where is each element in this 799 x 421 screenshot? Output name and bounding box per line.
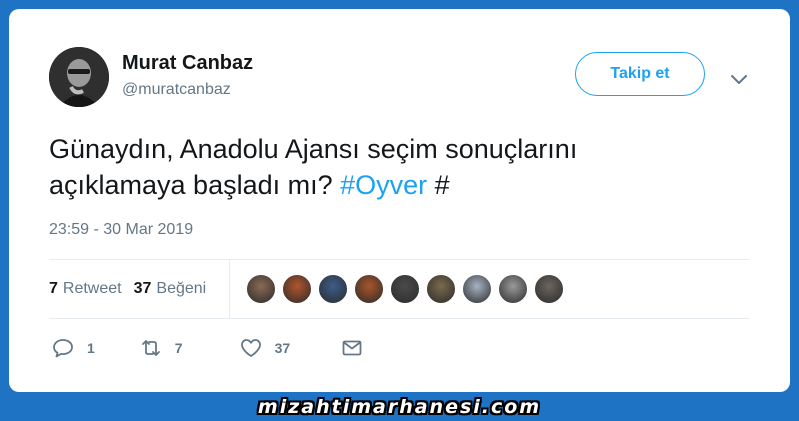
liker-avatar[interactable] bbox=[426, 274, 456, 304]
liker-avatar[interactable] bbox=[282, 274, 312, 304]
user-handle[interactable]: @muratcanbaz bbox=[122, 81, 231, 99]
profile-photo-icon bbox=[49, 47, 109, 107]
retweet-button[interactable]: 7 bbox=[139, 336, 183, 360]
reply-icon bbox=[53, 339, 73, 358]
like-action-count: 37 bbox=[274, 340, 291, 356]
reply-count: 1 bbox=[87, 340, 95, 356]
tweet-timestamp[interactable]: 23:59 - 30 Mar 2019 bbox=[49, 221, 193, 239]
tweet-line-2: açıklamaya başladı mı? #Oyver # bbox=[49, 167, 749, 203]
retweet-stat[interactable]: 7 Retweet bbox=[49, 280, 122, 298]
liker-avatar[interactable] bbox=[498, 274, 528, 304]
user-name[interactable]: Murat Canbaz bbox=[122, 52, 253, 75]
like-stat-label: Beğeni bbox=[156, 280, 207, 297]
retweet-icon bbox=[141, 340, 160, 356]
tweet-suffix: # bbox=[427, 170, 450, 200]
liker-avatar[interactable] bbox=[390, 274, 420, 304]
tweet-line-1: Günaydın, Anadolu Ajansı seçim sonuçları… bbox=[49, 134, 578, 164]
like-stat[interactable]: 37 Beğeni bbox=[134, 280, 207, 298]
liker-avatar[interactable] bbox=[462, 274, 492, 304]
action-bar: 1 7 37 bbox=[51, 336, 364, 360]
direct-message-button[interactable] bbox=[340, 336, 364, 360]
avatar[interactable] bbox=[49, 47, 109, 107]
envelope-icon bbox=[342, 340, 362, 356]
tweet-text: Günaydın, Anadolu Ajansı seçim sonuçları… bbox=[49, 131, 749, 203]
watermark-text: mizahtimarhanesi.com bbox=[257, 395, 542, 418]
hashtag-link[interactable]: #Oyver bbox=[340, 170, 427, 200]
chevron-down-icon[interactable] bbox=[727, 67, 751, 91]
watermark-bar: mizahtimarhanesi.com bbox=[0, 392, 799, 421]
liker-avatar[interactable] bbox=[534, 274, 564, 304]
retweet-stat-label: Retweet bbox=[62, 280, 122, 297]
retweet-action-count: 7 bbox=[174, 340, 183, 356]
liker-avatar[interactable] bbox=[318, 274, 348, 304]
divider-bottom bbox=[49, 318, 749, 319]
retweet-stat-count: 7 bbox=[49, 280, 58, 297]
like-stat-count: 37 bbox=[133, 280, 152, 297]
tweet-line-2-text: açıklamaya başladı mı? bbox=[49, 170, 341, 200]
liker-avatar[interactable] bbox=[246, 274, 276, 304]
engagement-stats: 7 Retweet 37 Beğeni bbox=[49, 260, 218, 318]
liker-avatar[interactable] bbox=[354, 274, 384, 304]
heart-icon bbox=[240, 339, 261, 357]
reply-button[interactable]: 1 bbox=[51, 336, 95, 360]
follow-button[interactable]: Takip et bbox=[575, 52, 705, 96]
tweet-card: Murat Canbaz @muratcanbaz Takip et Günay… bbox=[9, 9, 790, 392]
likers-avatars bbox=[246, 274, 570, 304]
stats-separator bbox=[229, 260, 230, 318]
like-button[interactable]: 37 bbox=[239, 336, 291, 360]
